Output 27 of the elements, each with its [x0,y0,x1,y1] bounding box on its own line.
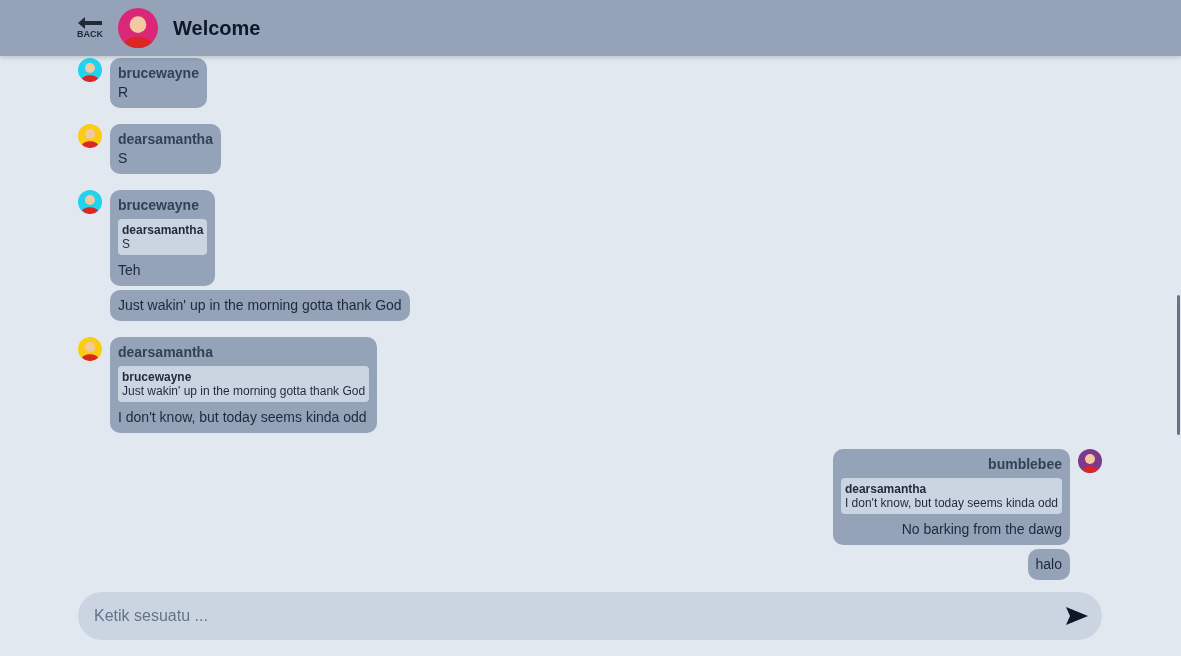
message-text: I don't know, but today seems kinda odd [118,409,367,425]
sender-name: brucewayne [118,65,199,81]
quoted-text: I don't know, but today seems kinda odd [844,496,1058,510]
quoted-text: S [122,237,131,251]
message-text: halo [1035,556,1062,572]
back-arrow-icon [78,17,102,29]
message-text: R [118,84,129,100]
chat-title: Welcome [173,16,261,40]
scrollbar[interactable] [1177,295,1180,435]
avatar-icon[interactable] [118,8,158,48]
message-field[interactable]: Ketik sesuatu ... [78,592,1102,640]
message-text: Just wakin' up in the morning gotta thank God [118,297,402,313]
message-text: S [118,150,128,166]
message-text: Teh [118,262,141,278]
back-button[interactable]: BACK [76,17,104,39]
sender-name: bumblebee [988,456,1062,472]
sender-name: brucewayne [118,197,199,213]
sender-name: dearsamantha [118,344,213,360]
quoted-text: Just wakin' up in the morning gotta thank God [122,384,366,398]
sender-name: dearsamantha [118,131,213,147]
quoted-author: dearsamantha [844,482,928,496]
quoted-author: brucewayne [122,370,193,384]
message-text: No barking from the dawg [901,521,1062,537]
send-button[interactable] [1066,607,1088,625]
send-icon [1066,607,1088,625]
message-input[interactable]: Ketik sesuatu ... [94,607,1054,625]
quoted-author: dearsamantha [122,223,204,237]
